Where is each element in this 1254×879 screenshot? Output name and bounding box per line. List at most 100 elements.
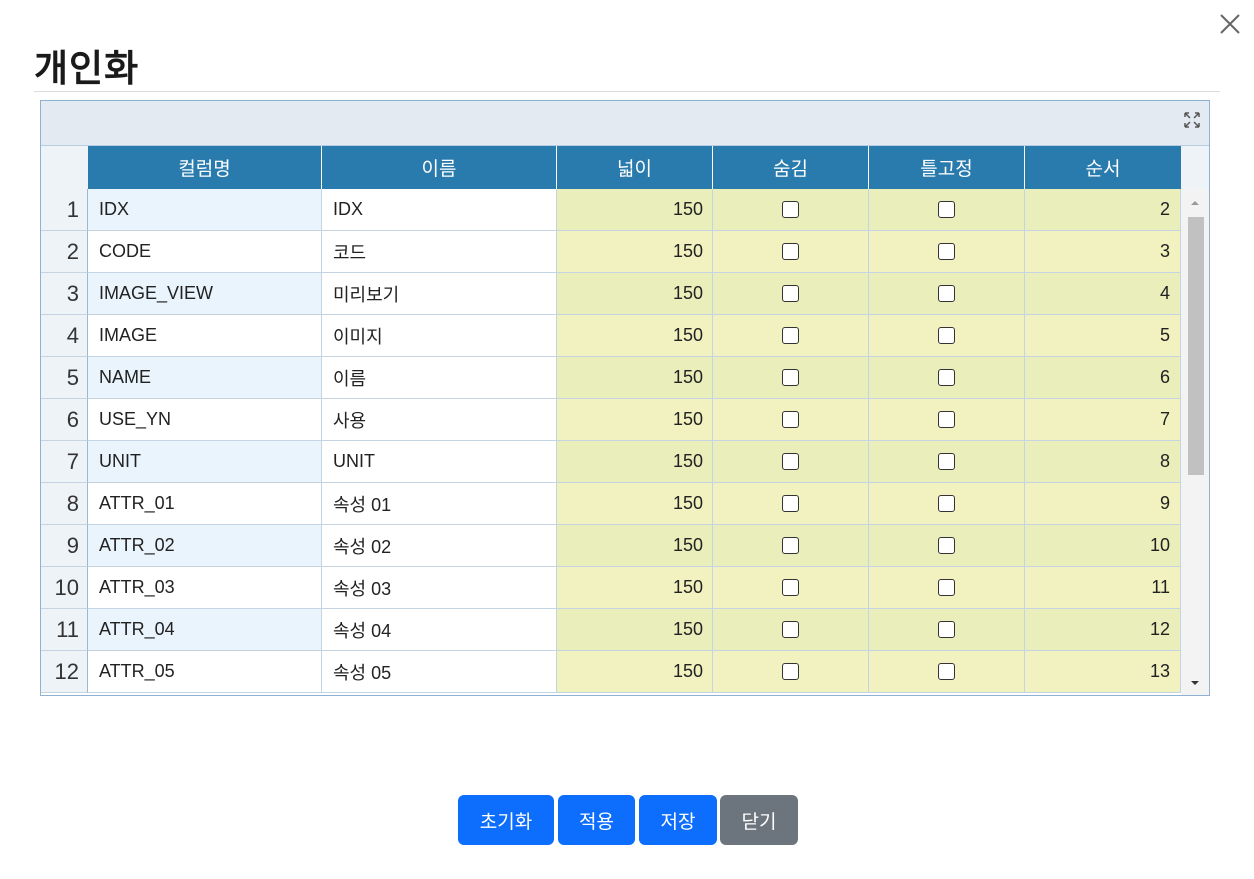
frozen-checkbox[interactable] <box>938 495 955 512</box>
display-name-cell[interactable]: 속성 04 <box>322 609 557 651</box>
frozen-checkbox[interactable] <box>938 663 955 680</box>
width-cell[interactable]: 150 <box>557 231 713 273</box>
apply-button[interactable]: 적용 <box>558 795 635 845</box>
frozen-checkbox[interactable] <box>938 411 955 428</box>
display-name-cell[interactable]: 이미지 <box>322 315 557 357</box>
frozen-cell <box>869 357 1025 399</box>
order-cell[interactable]: 12 <box>1025 609 1181 651</box>
display-name-cell[interactable]: 사용 <box>322 399 557 441</box>
order-cell[interactable]: 2 <box>1025 189 1181 231</box>
order-cell[interactable]: 10 <box>1025 525 1181 567</box>
frozen-checkbox[interactable] <box>938 285 955 302</box>
frozen-checkbox[interactable] <box>938 243 955 260</box>
title-divider <box>34 91 1220 92</box>
width-cell[interactable]: 150 <box>557 441 713 483</box>
frozen-checkbox[interactable] <box>938 537 955 554</box>
frozen-checkbox[interactable] <box>938 621 955 638</box>
table-row: 12 ATTR_05 속성 05 150 13 <box>41 651 1181 693</box>
hidden-cell <box>713 357 869 399</box>
display-name-cell[interactable]: 속성 02 <box>322 525 557 567</box>
table-row: 11 ATTR_04 속성 04 150 12 <box>41 609 1181 651</box>
hidden-checkbox[interactable] <box>782 579 799 596</box>
display-name-cell[interactable]: 이름 <box>322 357 557 399</box>
hidden-cell <box>713 315 869 357</box>
hidden-checkbox[interactable] <box>782 495 799 512</box>
hidden-checkbox[interactable] <box>782 201 799 218</box>
table-row: 7 UNIT UNIT 150 8 <box>41 441 1181 483</box>
width-cell[interactable]: 150 <box>557 273 713 315</box>
width-cell[interactable]: 150 <box>557 525 713 567</box>
width-cell[interactable]: 150 <box>557 567 713 609</box>
frozen-checkbox[interactable] <box>938 369 955 386</box>
hidden-checkbox[interactable] <box>782 453 799 470</box>
order-cell[interactable]: 11 <box>1025 567 1181 609</box>
frozen-checkbox[interactable] <box>938 327 955 344</box>
hidden-checkbox[interactable] <box>782 369 799 386</box>
frozen-checkbox[interactable] <box>938 201 955 218</box>
width-cell[interactable]: 150 <box>557 357 713 399</box>
display-name-cell[interactable]: UNIT <box>322 441 557 483</box>
hidden-cell <box>713 189 869 231</box>
caret-up-icon[interactable] <box>1188 197 1202 209</box>
hidden-checkbox[interactable] <box>782 663 799 680</box>
order-cell[interactable]: 7 <box>1025 399 1181 441</box>
display-name-cell[interactable]: IDX <box>322 189 557 231</box>
column-header-column[interactable]: 컬럼명 <box>88 146 322 189</box>
hidden-checkbox[interactable] <box>782 537 799 554</box>
column-header-frozen[interactable]: 틀고정 <box>869 146 1025 189</box>
width-cell[interactable]: 150 <box>557 189 713 231</box>
table-row: 10 ATTR_03 속성 03 150 11 <box>41 567 1181 609</box>
row-number: 12 <box>41 651 88 693</box>
column-header-width[interactable]: 넓이 <box>557 146 713 189</box>
row-number: 6 <box>41 399 88 441</box>
save-button[interactable]: 저장 <box>639 795 717 845</box>
column-header-hidden[interactable]: 숨김 <box>713 146 869 189</box>
hidden-checkbox[interactable] <box>782 327 799 344</box>
hidden-checkbox[interactable] <box>782 411 799 428</box>
grid-toolbar <box>41 101 1209 146</box>
display-name-cell[interactable]: 속성 05 <box>322 651 557 693</box>
display-name-cell[interactable]: 속성 03 <box>322 567 557 609</box>
frozen-checkbox[interactable] <box>938 453 955 470</box>
grid-header-row: 컬럼명 이름 넓이 숨김 틀고정 순서 <box>41 146 1209 189</box>
width-cell[interactable]: 150 <box>557 609 713 651</box>
order-cell[interactable]: 5 <box>1025 315 1181 357</box>
frozen-cell <box>869 483 1025 525</box>
column-id-cell: IDX <box>88 189 322 231</box>
scrollbar-thumb[interactable] <box>1188 217 1204 475</box>
vertical-scrollbar[interactable] <box>1181 189 1209 695</box>
hidden-checkbox[interactable] <box>782 621 799 638</box>
order-cell[interactable]: 9 <box>1025 483 1181 525</box>
width-cell[interactable]: 150 <box>557 483 713 525</box>
width-cell[interactable]: 150 <box>557 399 713 441</box>
display-name-cell[interactable]: 미리보기 <box>322 273 557 315</box>
column-id-cell: NAME <box>88 357 322 399</box>
hidden-cell <box>713 231 869 273</box>
hidden-checkbox[interactable] <box>782 243 799 260</box>
display-name-cell[interactable]: 속성 01 <box>322 483 557 525</box>
column-header-order[interactable]: 순서 <box>1025 146 1181 189</box>
width-cell[interactable]: 150 <box>557 315 713 357</box>
table-row: 4 IMAGE 이미지 150 5 <box>41 315 1181 357</box>
order-cell[interactable]: 8 <box>1025 441 1181 483</box>
hidden-cell <box>713 441 869 483</box>
frozen-checkbox[interactable] <box>938 579 955 596</box>
display-name-cell[interactable]: 코드 <box>322 231 557 273</box>
frozen-cell <box>869 315 1025 357</box>
order-cell[interactable]: 13 <box>1025 651 1181 693</box>
frozen-cell <box>869 609 1025 651</box>
personalization-grid: 컬럼명 이름 넓이 숨김 틀고정 순서 1 IDX IDX 150 2 2 CODE 코드 15… <box>40 100 1210 696</box>
reset-button[interactable]: 초기화 <box>458 795 554 845</box>
caret-down-icon[interactable] <box>1188 677 1202 689</box>
hidden-checkbox[interactable] <box>782 285 799 302</box>
close-icon[interactable] <box>1216 10 1244 38</box>
expand-icon[interactable] <box>1183 111 1201 129</box>
order-cell[interactable]: 3 <box>1025 231 1181 273</box>
width-cell[interactable]: 150 <box>557 651 713 693</box>
order-cell[interactable]: 4 <box>1025 273 1181 315</box>
column-header-name[interactable]: 이름 <box>322 146 557 189</box>
header-tail <box>1181 146 1209 189</box>
table-row: 2 CODE 코드 150 3 <box>41 231 1181 273</box>
order-cell[interactable]: 6 <box>1025 357 1181 399</box>
close-button[interactable]: 닫기 <box>720 795 798 845</box>
